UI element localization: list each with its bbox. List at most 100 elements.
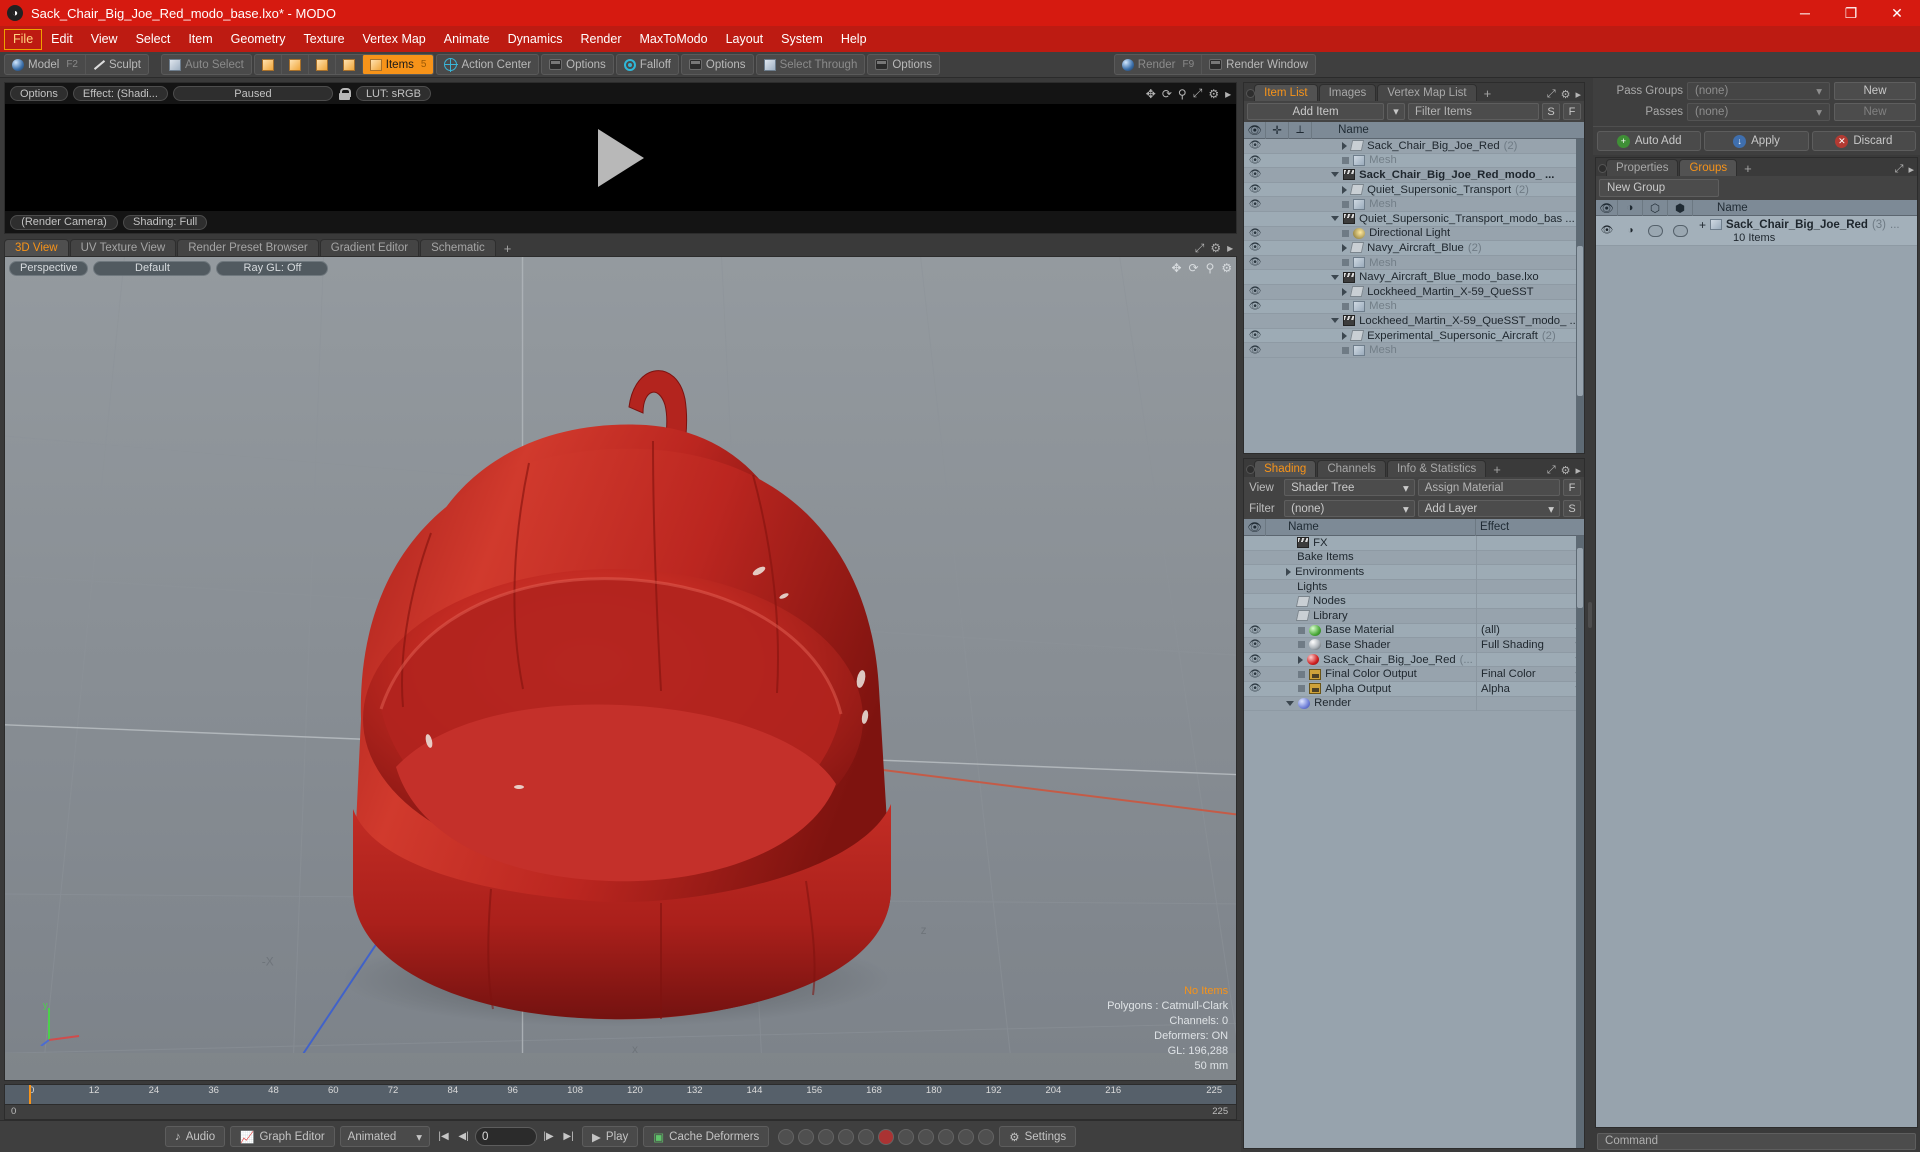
row-effect[interactable] xyxy=(1476,579,1584,594)
row-visibility-toggle[interactable]: 👁 xyxy=(1244,257,1266,268)
cache-deformers-button[interactable]: ▣ Cache Deformers xyxy=(643,1126,770,1147)
add-item-button[interactable]: Add Item xyxy=(1247,103,1385,120)
row-effect[interactable]: (all)▾ xyxy=(1476,623,1584,638)
expand-triangle-icon[interactable] xyxy=(1342,331,1348,340)
render-camera-selector[interactable]: (Render Camera) xyxy=(10,214,118,230)
item-list-row[interactable]: 👁 Mesh xyxy=(1244,343,1585,358)
shading-style-selector[interactable]: Default xyxy=(93,260,212,276)
item-list-s-button[interactable]: S xyxy=(1542,103,1561,120)
item-list-row[interactable]: 👁 Mesh xyxy=(1244,197,1585,212)
item-list-row[interactable]: 👁 Navy_Aircraft_Blue (2) xyxy=(1244,241,1585,256)
expand-triangle-icon[interactable] xyxy=(1342,141,1348,150)
row-visibility-toggle[interactable]: 👁 xyxy=(1244,242,1266,253)
tab-channels[interactable]: Channels xyxy=(1317,460,1386,477)
row-visibility-toggle[interactable]: 👁 xyxy=(1244,345,1266,356)
tab-3d-view[interactable]: 3D View xyxy=(4,239,69,256)
row-effect[interactable] xyxy=(1476,593,1584,609)
falloff-options-button[interactable]: Options xyxy=(682,55,753,74)
render-options-button[interactable]: Options xyxy=(10,86,68,101)
expand-triangle-icon[interactable] xyxy=(1286,567,1292,576)
item-list-row[interactable]: 👁 Sack_Chair_Big_Joe_Red (2) xyxy=(1244,139,1585,154)
row-visibility-toggle[interactable]: 👁 xyxy=(1244,639,1266,650)
shading-filter-selector[interactable]: (none) ▾ xyxy=(1284,500,1415,517)
gear-icon[interactable]: ⚙ xyxy=(1221,261,1232,275)
expand-icon[interactable]: ⤢ xyxy=(1547,464,1556,477)
toggle-b-icon[interactable] xyxy=(798,1128,815,1145)
gear-icon[interactable]: ⚙ xyxy=(1208,87,1219,101)
lock-open-icon[interactable] xyxy=(338,87,351,100)
passes-selector[interactable]: (none) ▾ xyxy=(1687,103,1831,121)
row-visibility-toggle[interactable]: 👁 xyxy=(1244,330,1266,341)
curve-b-icon[interactable] xyxy=(978,1128,995,1145)
item-list-row[interactable]: Quiet_Supersonic_Transport_modo_bas ... xyxy=(1244,211,1585,227)
row-visibility-toggle[interactable]: 👁 xyxy=(1244,683,1266,694)
expand-icon[interactable]: ⤢ xyxy=(1547,88,1556,101)
groups-tree-body[interactable]: 👁 ◑ + Sack_Chair_Big_Joe_Red (3) ... 10 … xyxy=(1596,216,1918,1127)
shader-tree-selector[interactable]: Shader Tree ▾ xyxy=(1284,479,1415,496)
assign-material-button[interactable]: Assign Material xyxy=(1417,479,1561,496)
row-visibility-toggle[interactable]: 👁 xyxy=(1244,140,1266,151)
menu-help[interactable]: Help xyxy=(832,29,876,50)
timeline-playhead[interactable] xyxy=(29,1085,31,1105)
timeline-ruler[interactable]: 0 12 24 36 48 60 72 84 96 108 120 132 144 156 168 180 19… xyxy=(5,1085,1237,1105)
expand-icon[interactable]: ⤢ xyxy=(1195,241,1205,256)
toggle-a-icon[interactable] xyxy=(778,1128,795,1145)
pass-groups-new-button[interactable]: New xyxy=(1834,82,1917,100)
pass-groups-selector[interactable]: (none) ▾ xyxy=(1687,82,1831,100)
item-list-row[interactable]: 👁 Directional Light xyxy=(1244,227,1585,242)
auto-select-button[interactable]: Auto Select xyxy=(162,55,251,74)
settings-button[interactable]: ⚙ Settings xyxy=(999,1126,1077,1147)
item-list-row[interactable]: 👁 Mesh xyxy=(1244,153,1585,169)
row-visibility-toggle[interactable]: 👁 xyxy=(1244,669,1266,680)
lut-selector[interactable]: LUT: sRGB xyxy=(355,86,431,101)
gear-icon[interactable]: ⚙ xyxy=(1561,464,1571,477)
viewport-3d[interactable]: -X z x Perspective Default Ray GL: Off ✥… xyxy=(4,256,1238,1081)
new-group-button[interactable]: New Group xyxy=(1599,179,1720,197)
expand-icon[interactable]: ⤢ xyxy=(1193,86,1203,101)
item-list-row[interactable]: 👁 Sack_Chair_Big_Joe_Red_modo_ ... xyxy=(1244,168,1585,183)
refresh-icon[interactable]: ⟳ xyxy=(1162,87,1172,101)
play-button[interactable]: ▶ Play xyxy=(582,1126,639,1147)
add-tab-button[interactable]: + xyxy=(1487,462,1507,477)
row-effect[interactable]: Full Shading▾ xyxy=(1476,637,1584,653)
collapse-triangle-icon[interactable] xyxy=(1331,172,1340,178)
expand-triangle-icon[interactable] xyxy=(1342,243,1348,252)
select-through-options-button[interactable]: Options xyxy=(868,55,939,74)
menu-render[interactable]: Render xyxy=(572,29,631,50)
range-start-icon[interactable] xyxy=(918,1128,935,1145)
item-list-row[interactable]: 👁 Mesh xyxy=(1244,256,1585,271)
shader-tree-scrollbar[interactable] xyxy=(1576,536,1585,1148)
current-frame-field[interactable]: 0 xyxy=(475,1127,538,1146)
sculpt-mode-button[interactable]: Sculpt xyxy=(85,55,148,74)
menu-animate[interactable]: Animate xyxy=(435,29,499,50)
collapse-triangle-icon[interactable] xyxy=(1286,700,1295,706)
key-prev-icon[interactable] xyxy=(818,1128,835,1145)
add-layer-button[interactable]: Add Layer ▾ xyxy=(1417,500,1561,517)
add-tab-button[interactable]: + xyxy=(1738,161,1758,176)
range-end-icon[interactable] xyxy=(938,1128,955,1145)
render-effect-selector[interactable]: Effect: (Shadi... xyxy=(72,86,168,101)
shader-tree[interactable]: FX Bake Items Environments Lights Nodes Libra… xyxy=(1244,536,1585,1148)
discard-button[interactable]: ✕ Discard xyxy=(1811,131,1917,151)
shader-tree-row[interactable]: Library xyxy=(1244,608,1585,624)
row-effect[interactable]: Final Color▾ xyxy=(1476,666,1584,682)
key-add-icon[interactable] xyxy=(878,1128,895,1145)
add-tab-button[interactable]: + xyxy=(497,241,519,256)
row-effect[interactable] xyxy=(1476,536,1584,551)
row-visibility-toggle[interactable]: 👁 xyxy=(1244,169,1266,180)
item-list-row[interactable]: Navy_Aircraft_Blue_modo_base.lxo xyxy=(1244,270,1585,285)
action-center-button[interactable]: Action Center xyxy=(437,55,538,74)
row-visibility-toggle[interactable]: 👁 xyxy=(1244,301,1266,312)
falloff-button[interactable]: Falloff xyxy=(617,55,678,74)
animated-selector[interactable]: Animated ▾ xyxy=(339,1126,431,1147)
menu-item[interactable]: Item xyxy=(179,29,221,50)
row-visibility-toggle[interactable]: 👁 xyxy=(1244,155,1266,166)
row-effect[interactable]: Alpha▾ xyxy=(1476,681,1584,697)
item-list-row[interactable]: 👁 Mesh xyxy=(1244,299,1585,315)
pan-icon[interactable]: ✥ xyxy=(1146,87,1156,101)
row-visibility-toggle[interactable]: 👁 xyxy=(1244,286,1266,297)
tab-info-statistics[interactable]: Info & Statistics xyxy=(1386,460,1487,477)
row-effect[interactable] xyxy=(1476,550,1584,565)
timeline[interactable]: 0 12 24 36 48 60 72 84 96 108 120 132 144 156 168 180 19… xyxy=(4,1084,1238,1120)
goto-end-button[interactable]: ▶| xyxy=(560,1127,577,1146)
